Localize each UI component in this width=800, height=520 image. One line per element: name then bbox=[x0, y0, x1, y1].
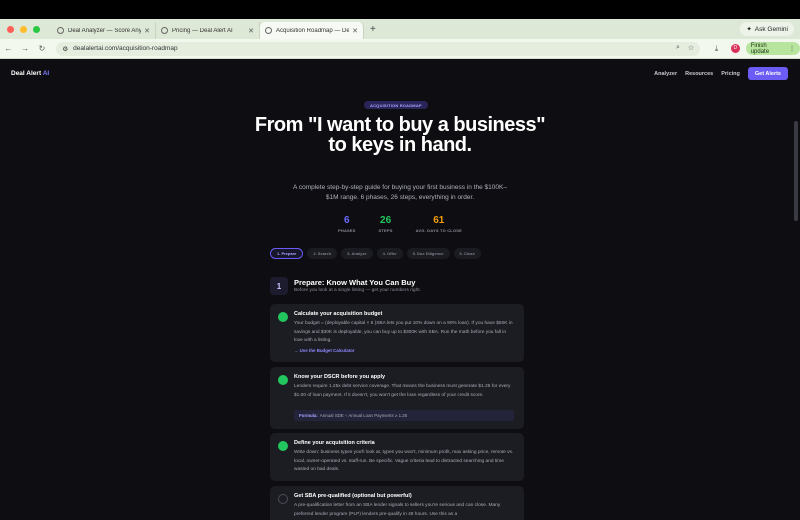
reload-icon[interactable]: ↻ bbox=[34, 44, 51, 53]
section-pill: ACQUISITION ROADMAP bbox=[364, 101, 428, 109]
ask-gemini-label: Ask Gemini bbox=[754, 25, 788, 33]
step-complete-check-icon[interactable] bbox=[278, 312, 288, 322]
ask-gemini-button[interactable]: ✦ Ask Gemini bbox=[740, 22, 794, 36]
browser-tab-bar: Deal Analyzer — Score Any O ✕ Pricing — … bbox=[0, 19, 800, 39]
step-incomplete-circle-icon[interactable] bbox=[278, 494, 288, 504]
web-page: Deal Alert AI Analyzer Resources Pricing… bbox=[0, 59, 800, 520]
kebab-menu-icon[interactable]: ⋮ bbox=[789, 45, 795, 52]
zoom-icon[interactable]: ⌕ bbox=[676, 44, 680, 52]
get-alerts-button[interactable]: Get Alerts bbox=[747, 67, 788, 80]
phase-header: 1 Prepare: Know What You Can Buy Before … bbox=[270, 277, 524, 297]
minimize-window-button[interactable] bbox=[20, 25, 27, 33]
step-body: Write down: business types you'll look a… bbox=[294, 450, 514, 472]
phase-subtitle: Before you look at a single listing — ge… bbox=[294, 288, 421, 293]
close-icon[interactable]: ✕ bbox=[248, 27, 254, 35]
stat-steps: 26 STEPS bbox=[379, 215, 393, 233]
step-title: Get SBA pre-qualified (optional but powe… bbox=[294, 493, 412, 499]
stat-avg-days: 61 AVG. DAYS TO CLOSE bbox=[416, 215, 462, 233]
tab-label: Pricing — Deal Alert AI bbox=[172, 27, 233, 34]
site-nav: Analyzer Resources Pricing Get Alerts bbox=[654, 67, 788, 80]
tab-prepare[interactable]: 1. Prepare bbox=[270, 248, 304, 259]
stat-label: STEPS bbox=[378, 228, 393, 233]
step-body: Your budget = (deployable capital × 5 (S… bbox=[294, 321, 513, 343]
tab-close[interactable]: 6. Close bbox=[453, 248, 481, 259]
stat-value: 6 bbox=[344, 215, 350, 226]
site-info-icon[interactable]: ⚙ bbox=[62, 45, 68, 53]
tab-analyze[interactable]: 3. Analyze bbox=[341, 248, 373, 259]
step-title: Calculate your acquisition budget bbox=[294, 311, 383, 317]
screen-top-bar bbox=[0, 0, 800, 19]
tab-due-diligence[interactable]: 5. Due Diligence bbox=[406, 248, 450, 259]
nav-link-resources[interactable]: Resources bbox=[685, 71, 713, 77]
logo-ai-text: AI bbox=[42, 70, 50, 77]
forward-arrow-icon[interactable]: → bbox=[17, 44, 34, 53]
phase-title: Prepare: Know What You Can Buy bbox=[294, 278, 416, 287]
close-window-button[interactable] bbox=[7, 25, 14, 33]
globe-icon bbox=[161, 27, 168, 34]
step-complete-check-icon[interactable] bbox=[278, 375, 288, 385]
hero-subtitle: A complete step-by-step guide for buying… bbox=[293, 184, 507, 201]
formula-box: Formula: Annual SDE ÷ Annual Loan Paymen… bbox=[294, 410, 514, 421]
step-card-sba-prequal: Get SBA pre-qualified (optional but powe… bbox=[270, 486, 524, 520]
new-tab-plus-icon[interactable]: + bbox=[370, 24, 376, 35]
close-icon[interactable]: ✕ bbox=[352, 27, 358, 35]
browser-tab-pricing[interactable]: Pricing — Deal Alert AI ✕ bbox=[156, 22, 260, 39]
browser-tab-deal-analyzer[interactable]: Deal Analyzer — Score Any O ✕ bbox=[52, 22, 156, 39]
finish-update-label: Finish update bbox=[750, 42, 770, 55]
page-scrollbar[interactable] bbox=[794, 121, 798, 221]
phase-number: 1 bbox=[270, 277, 288, 295]
stat-value: 26 bbox=[380, 215, 392, 226]
sparkle-icon: ✦ bbox=[746, 26, 752, 33]
profile-avatar[interactable]: D bbox=[730, 44, 740, 53]
stat-value: 61 bbox=[433, 215, 445, 226]
phase-tabs: 1. Prepare 2. Search 3. Analyze 4. Offer… bbox=[270, 248, 481, 259]
stat-label: PHASES bbox=[338, 228, 356, 233]
step-body: Lenders require 1.25x debt service cover… bbox=[294, 384, 511, 398]
nav-link-analyzer[interactable]: Analyzer bbox=[654, 71, 677, 77]
formula-text: Annual SDE ÷ Annual Loan Payments ≥ 1.25 bbox=[319, 413, 408, 418]
url-text: dealalertai.com/acquisition-roadmap bbox=[73, 45, 178, 52]
close-icon[interactable]: ✕ bbox=[144, 27, 150, 35]
finish-update-button[interactable]: Finish update ⋮ bbox=[745, 42, 800, 55]
stat-label: AVG. DAYS TO CLOSE bbox=[415, 228, 462, 233]
tab-search[interactable]: 2. Search bbox=[307, 248, 338, 259]
step-card-dscr: Know your DSCR before you apply Lenders … bbox=[270, 367, 524, 429]
step-body: A pre-qualification letter from an SBA l… bbox=[294, 503, 501, 517]
hero-title: From "I want to buy a business" to keys … bbox=[254, 114, 546, 156]
step-complete-check-icon[interactable] bbox=[278, 441, 288, 451]
address-bar[interactable]: ⚙ dealalertai.com/acquisition-roadmap ⌕ … bbox=[56, 41, 701, 56]
formula-label: Formula: bbox=[299, 413, 318, 418]
globe-icon bbox=[57, 27, 64, 34]
globe-icon bbox=[265, 27, 272, 34]
step-card-criteria: Define your acquisition criteria Write d… bbox=[270, 433, 524, 481]
back-arrow-icon[interactable]: ← bbox=[0, 44, 17, 53]
bookmark-star-icon[interactable]: ☆ bbox=[688, 44, 694, 52]
tab-label: Deal Analyzer — Score Any O bbox=[68, 27, 142, 34]
site-header: Deal Alert AI Analyzer Resources Pricing… bbox=[0, 65, 800, 83]
tab-offer[interactable]: 4. Offer bbox=[376, 248, 403, 259]
site-logo[interactable]: Deal Alert AI bbox=[11, 70, 49, 77]
browser-tab-roadmap[interactable]: Acquisition Roadmap — Dea ✕ bbox=[260, 22, 364, 39]
nav-link-pricing[interactable]: Pricing bbox=[721, 71, 740, 77]
window-controls bbox=[0, 25, 52, 33]
browser-toolbar: ← → ↻ ⚙ dealalertai.com/acquisition-road… bbox=[0, 39, 800, 59]
step-card-budget: Calculate your acquisition budget Your b… bbox=[270, 304, 524, 362]
maximize-window-button[interactable] bbox=[33, 25, 40, 33]
stats-row: 6 PHASES 26 STEPS 61 AVG. DAYS TO CLOSE bbox=[338, 215, 462, 233]
step-title: Know your DSCR before you apply bbox=[294, 374, 386, 380]
download-icon[interactable]: ⤓ bbox=[708, 44, 725, 54]
logo-text: Deal Alert bbox=[11, 70, 42, 77]
step-title: Define your acquisition criteria bbox=[294, 440, 375, 446]
budget-calculator-link[interactable]: → Use the Budget Calculator bbox=[294, 348, 355, 353]
tab-label: Acquisition Roadmap — Dea bbox=[276, 27, 350, 34]
stat-phases: 6 PHASES bbox=[338, 215, 356, 233]
